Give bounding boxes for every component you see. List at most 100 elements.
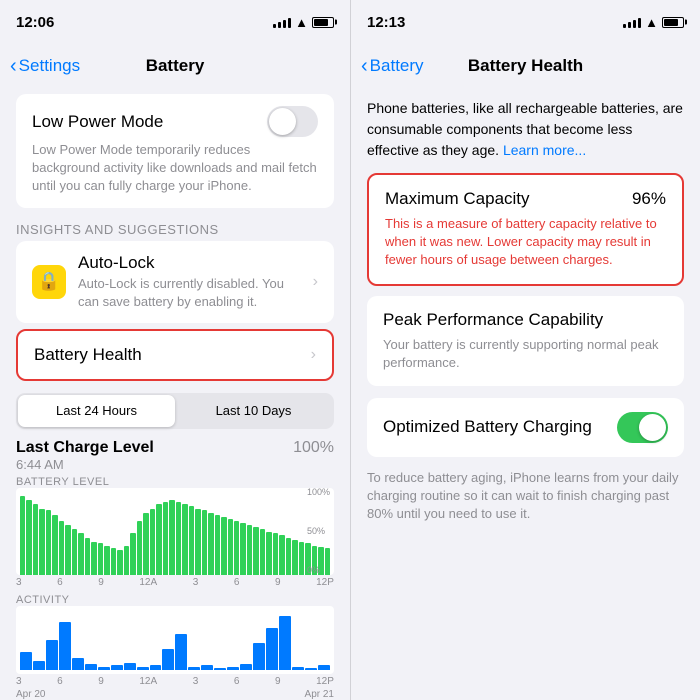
right-back-label: Battery — [370, 56, 424, 76]
battery-health-title: Battery Health — [34, 345, 311, 365]
x-label-12a: 12A — [139, 577, 157, 588]
peak-performance-description: Your battery is currently supporting nor… — [383, 336, 668, 372]
right-nav-title: Battery Health — [468, 56, 583, 76]
battery-bar — [78, 533, 83, 575]
auto-lock-chevron-icon: › — [313, 273, 318, 291]
charging-toggle-thumb — [639, 414, 666, 441]
battery-bar — [253, 527, 258, 575]
battery-bar — [52, 515, 57, 575]
battery-bar — [33, 504, 38, 575]
activity-bar — [46, 640, 58, 670]
battery-bar — [195, 509, 200, 575]
battery-bar — [91, 542, 96, 575]
x-label-3: 3 — [16, 577, 22, 588]
act-x-12a: 12A — [139, 676, 157, 687]
battery-bar — [150, 509, 155, 575]
left-time: 12:06 — [16, 14, 54, 31]
right-back-chevron-icon: ‹ — [361, 56, 368, 76]
act-x-3b: 3 — [193, 676, 199, 687]
battery-bar — [124, 546, 129, 575]
battery-bar — [215, 515, 220, 575]
max-capacity-value: 96% — [632, 189, 666, 209]
charge-section: Last Charge Level 6:44 AM 100% — [0, 435, 350, 474]
activity-label: ACTIVITY — [0, 592, 350, 606]
act-x-3: 3 — [16, 676, 22, 687]
auto-lock-item[interactable]: 🔒 Auto-Lock Auto-Lock is currently disab… — [16, 241, 334, 323]
back-chevron-icon: ‹ — [10, 56, 17, 76]
date-apr20: Apr 20 — [16, 689, 45, 700]
left-nav-bar: ‹ Settings Battery — [0, 44, 350, 88]
left-status-bar: 12:06 ▲ — [0, 0, 350, 44]
optimized-charging-row: Optimized Battery Charging — [367, 398, 684, 457]
insights-header: INSIGHTS AND SUGGESTIONS — [0, 214, 350, 241]
battery-status-icon — [312, 17, 334, 28]
activity-bar — [150, 665, 162, 670]
activity-bar — [201, 665, 213, 670]
left-content: Low Power Mode Low Power Mode temporaril… — [0, 88, 350, 700]
act-x-9b: 9 — [275, 676, 281, 687]
chart-y-50: 50% — [307, 527, 330, 536]
battery-bar — [273, 533, 278, 575]
back-label: Settings — [19, 56, 80, 76]
x-label-9: 9 — [98, 577, 104, 588]
low-power-description: Low Power Mode temporarily reduces backg… — [32, 141, 318, 196]
battery-bar — [163, 502, 168, 575]
battery-bar — [72, 529, 77, 575]
auto-lock-content: Auto-Lock Auto-Lock is currently disable… — [78, 253, 301, 311]
battery-bar — [247, 525, 252, 575]
battery-x-axis: 3 6 9 12A 3 6 9 12P — [0, 575, 350, 588]
battery-bar — [59, 521, 64, 575]
battery-health-card[interactable]: Battery Health › — [16, 329, 334, 381]
battery-bar — [65, 525, 70, 575]
battery-bar — [182, 504, 187, 575]
tab-24hours[interactable]: Last 24 Hours — [18, 395, 175, 427]
activity-bar — [111, 665, 123, 670]
activity-bar — [240, 664, 252, 670]
battery-bar — [117, 550, 122, 575]
right-signal-icon — [623, 16, 641, 28]
right-panel: 12:13 ▲ ‹ Battery Battery Health Phone b… — [350, 0, 700, 700]
battery-bar — [228, 519, 233, 575]
battery-back-button[interactable]: ‹ Battery — [361, 56, 424, 76]
battery-bar — [85, 538, 90, 575]
activity-bar — [292, 667, 304, 670]
low-power-toggle[interactable] — [267, 106, 318, 137]
battery-health-item[interactable]: Battery Health › — [18, 331, 332, 379]
battery-bar — [221, 517, 226, 575]
battery-bar — [26, 500, 31, 575]
battery-bar — [312, 546, 317, 575]
activity-bar — [72, 658, 84, 670]
learn-more-link[interactable]: Learn more... — [503, 142, 586, 158]
battery-bar — [143, 513, 148, 575]
x-label-6: 6 — [57, 577, 63, 588]
battery-bar — [156, 504, 161, 575]
battery-bar — [104, 546, 109, 575]
optimized-charging-toggle[interactable] — [617, 412, 668, 443]
right-content: Phone batteries, like all rechargeable b… — [351, 88, 700, 700]
tab-10days[interactable]: Last 10 Days — [175, 395, 332, 427]
chart-y-100: 100% — [307, 488, 330, 497]
battery-bar — [111, 548, 116, 575]
max-capacity-card: Maximum Capacity 96% This is a measure o… — [367, 173, 684, 286]
right-status-bar: 12:13 ▲ — [351, 0, 700, 44]
battery-bar — [176, 502, 181, 575]
activity-bar — [98, 667, 110, 670]
battery-bar — [325, 548, 330, 575]
max-capacity-title: Maximum Capacity — [385, 189, 530, 209]
battery-bar — [279, 535, 284, 575]
battery-bar — [286, 538, 291, 575]
act-x-9: 9 — [98, 676, 104, 687]
battery-bar — [292, 540, 297, 575]
act-x-12p: 12P — [316, 676, 334, 687]
peak-performance-card: Peak Performance Capability Your battery… — [367, 296, 684, 386]
battery-bar — [46, 510, 51, 575]
date-apr21: Apr 21 — [305, 689, 334, 700]
charge-info: Last Charge Level 6:44 AM — [16, 439, 154, 472]
activity-bar — [162, 649, 174, 670]
intro-text: Phone batteries, like all rechargeable b… — [351, 88, 700, 169]
activity-bar — [279, 616, 291, 670]
right-time: 12:13 — [367, 14, 405, 31]
settings-back-button[interactable]: ‹ Settings — [10, 56, 80, 76]
activity-bar — [175, 634, 187, 670]
activity-bar — [33, 661, 45, 670]
